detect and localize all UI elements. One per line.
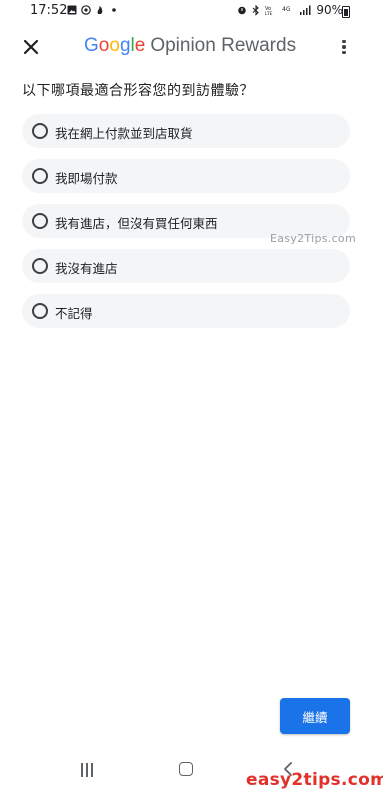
image-icon — [67, 5, 77, 15]
option-label: 我在網上付款並到店取貨 — [55, 126, 193, 141]
status-time: 17:52 — [30, 3, 68, 18]
status-bar: 17:52 Vo LTE 4G 90% — [0, 0, 383, 22]
svg-text:LTE: LTE — [265, 11, 273, 15]
option-item[interactable]: 不記得 — [22, 294, 350, 328]
radio-button[interactable] — [32, 123, 48, 139]
battery-icon — [342, 6, 350, 18]
radio-button[interactable] — [32, 303, 48, 319]
option-item[interactable]: 我即場付款 — [22, 159, 350, 193]
option-label: 不記得 — [55, 306, 93, 321]
dot-icon — [112, 8, 116, 12]
option-item[interactable]: 我在網上付款並到店取貨 — [22, 114, 350, 148]
notification-icon — [97, 6, 103, 14]
option-label: 我即場付款 — [55, 171, 118, 186]
signal-icon — [300, 5, 311, 15]
home-button[interactable] — [179, 762, 193, 776]
app-logo: Google Opinion Rewards — [84, 35, 297, 56]
radio-button[interactable] — [32, 258, 48, 274]
bluetooth-icon — [252, 4, 260, 16]
volte-icon: VoLTE — [265, 6, 273, 15]
radio-button[interactable] — [32, 213, 48, 229]
status-right-icons: Vo LTE 4G 90% — [237, 3, 343, 17]
continue-button[interactable]: 繼續 — [280, 698, 350, 734]
radio-button[interactable] — [32, 168, 48, 184]
battery-percentage: 90% — [316, 3, 343, 17]
option-label: 我沒有進店 — [55, 261, 118, 276]
watermark-small: Easy2Tips.com — [270, 232, 356, 245]
app-title: Opinion Rewards — [150, 35, 297, 56]
4g-icon: 4G — [282, 6, 291, 13]
whatsapp-icon — [81, 5, 91, 15]
status-left-icons — [67, 5, 119, 15]
survey-question: 以下哪項最適合形容您的到訪體驗？ — [22, 83, 254, 99]
option-item[interactable]: 我沒有進店 — [22, 249, 350, 283]
recents-button[interactable] — [80, 763, 94, 777]
close-icon[interactable] — [22, 38, 40, 56]
option-label: 我有進店，但沒有買任何東西 — [55, 216, 218, 231]
watermark-large: easy2tips.com — [246, 770, 383, 790]
app-bar: Google Opinion Rewards — [0, 32, 383, 62]
svg-text:4G: 4G — [282, 6, 291, 13]
more-options-icon[interactable] — [338, 38, 350, 56]
alarm-icon — [238, 6, 247, 15]
